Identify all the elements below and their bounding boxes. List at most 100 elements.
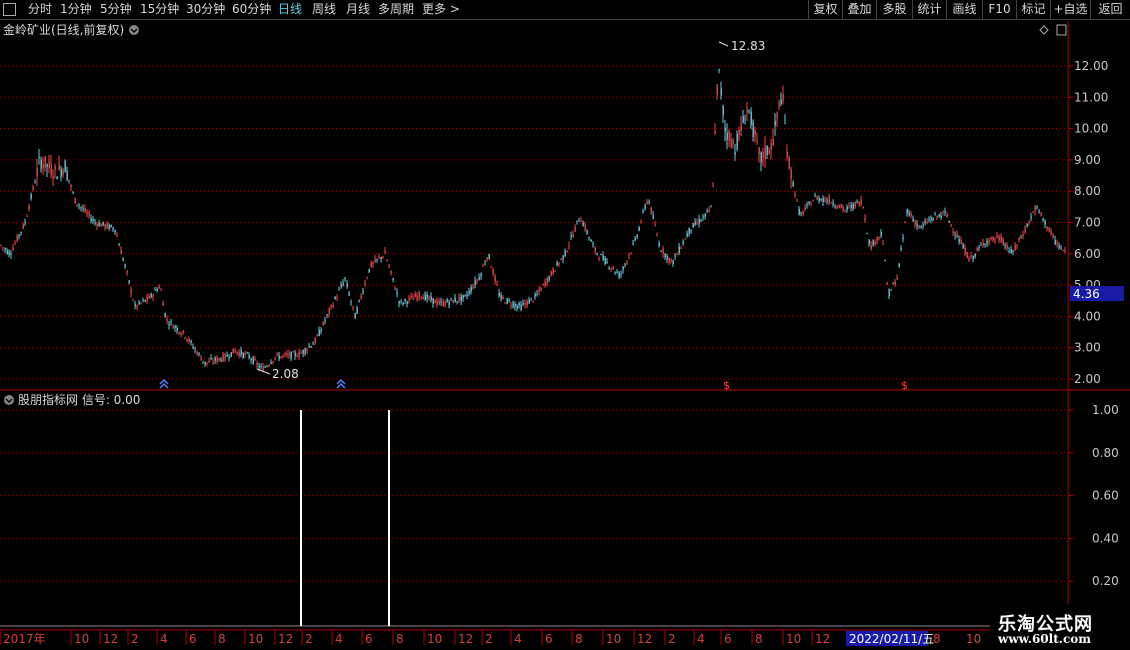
candle-body — [196, 352, 198, 355]
candle-body — [822, 197, 824, 203]
title-dropdown-icon[interactable] — [129, 25, 139, 35]
candle-body — [818, 197, 820, 201]
indicator-dropdown-icon[interactable] — [4, 395, 14, 405]
period-tab-8[interactable]: 月线 — [346, 0, 370, 19]
candle-body — [610, 268, 612, 270]
candle-body — [556, 262, 558, 266]
candle-body — [426, 294, 428, 299]
candle-body — [840, 204, 842, 208]
toolbar-button-1[interactable]: 叠加 — [842, 0, 876, 19]
candle-body — [310, 346, 312, 348]
candle-body — [560, 258, 562, 260]
toolbar-button-7[interactable]: +自选 — [1050, 0, 1090, 19]
candle-body — [932, 218, 934, 220]
candle-body — [964, 248, 966, 255]
candle-body — [100, 224, 102, 227]
toolbar-button-3[interactable]: 统计 — [912, 0, 946, 19]
candle-body — [816, 196, 818, 200]
candle-body — [540, 287, 542, 291]
panel-icon[interactable] — [1056, 24, 1067, 36]
time-tick-label: 12 — [103, 632, 118, 646]
candle-body — [1054, 239, 1056, 245]
candle-body — [190, 340, 192, 343]
price-tick-label: 9.00 — [1074, 153, 1101, 167]
candle-body — [752, 122, 754, 137]
candle-body — [38, 156, 40, 158]
candle-body — [738, 130, 740, 136]
candlestick-group — [0, 68, 1066, 373]
time-tick-label: 2 — [668, 632, 676, 646]
candle-body — [958, 238, 960, 243]
toolbar-button-6[interactable]: 标记 — [1016, 0, 1050, 19]
candle-body — [638, 227, 640, 231]
candle-body — [90, 218, 92, 222]
time-tick-label: 4 — [697, 632, 705, 646]
period-tab-6[interactable]: 日线 — [278, 0, 302, 19]
high-price-label: 12.83 — [731, 39, 765, 53]
toolbar-button-8[interactable]: 返回 — [1090, 0, 1130, 19]
candle-body — [744, 123, 746, 125]
candle-body — [910, 213, 912, 217]
candle-body — [74, 197, 76, 204]
candle-body — [194, 348, 196, 350]
candle-body — [260, 366, 262, 368]
price-tick-label: 7.00 — [1074, 216, 1101, 230]
diamond-icon[interactable] — [1039, 25, 1049, 35]
period-tab-7[interactable]: 周线 — [312, 0, 336, 19]
period-tab-4[interactable]: 30分钟 — [186, 0, 225, 19]
candle-body — [258, 366, 260, 368]
candle-body — [678, 246, 680, 254]
candle-body — [1016, 244, 1018, 246]
candle-body — [648, 201, 650, 204]
indicator-tick-label: 0.20 — [1092, 574, 1119, 588]
candle-body — [192, 346, 194, 349]
candle-body — [634, 237, 636, 241]
candle-body — [524, 302, 526, 305]
period-tab-2[interactable]: 5分钟 — [100, 0, 132, 19]
toolbar-button-5[interactable]: F10 — [982, 0, 1016, 19]
period-tab-1[interactable]: 1分钟 — [60, 0, 92, 19]
candle-body — [294, 352, 296, 357]
indicator-tick-label: 0.60 — [1092, 489, 1119, 503]
toolbar-button-4[interactable]: 画线 — [946, 0, 982, 19]
candle-body — [924, 221, 926, 223]
candle-body — [12, 247, 14, 251]
candle-body — [572, 233, 574, 238]
period-tab-0[interactable]: 分时 — [28, 0, 52, 19]
toolbar-button-2[interactable]: 多股 — [876, 0, 912, 19]
candle-body — [118, 244, 120, 246]
candle-body — [972, 255, 974, 259]
period-tab-3[interactable]: 15分钟 — [140, 0, 179, 19]
candle-body — [970, 255, 972, 257]
candle-body — [208, 360, 210, 363]
period-tab-9[interactable]: 多周期 — [378, 0, 414, 19]
candle-body — [662, 248, 664, 255]
candle-body — [980, 244, 982, 246]
sell-signal-marker: $ — [723, 379, 730, 392]
candle-body — [264, 366, 266, 368]
period-tab-5[interactable]: 60分钟 — [232, 0, 271, 19]
candle-body — [458, 297, 460, 301]
time-tick-label: 4 — [160, 632, 168, 646]
candle-body — [934, 214, 936, 216]
menu-icon[interactable] — [3, 3, 16, 16]
candle-body — [428, 296, 430, 299]
candle-body — [2, 247, 4, 249]
candle-body — [596, 253, 598, 255]
candle-body — [282, 355, 284, 357]
candle-body — [250, 358, 252, 360]
time-tick-label: 10 — [74, 632, 89, 646]
candle-body — [806, 204, 808, 206]
candle-body — [842, 206, 844, 210]
period-tab-10[interactable]: 更多 > — [422, 0, 460, 19]
candle-body — [810, 204, 812, 206]
toolbar-button-0[interactable]: 复权 — [808, 0, 842, 19]
candle-body — [680, 247, 682, 249]
candle-body — [416, 295, 418, 300]
candle-body — [340, 284, 342, 288]
candle-body — [700, 220, 702, 222]
candle-body — [280, 356, 282, 359]
candle-body — [990, 237, 992, 240]
candle-body — [256, 362, 258, 366]
candle-body — [808, 201, 810, 204]
